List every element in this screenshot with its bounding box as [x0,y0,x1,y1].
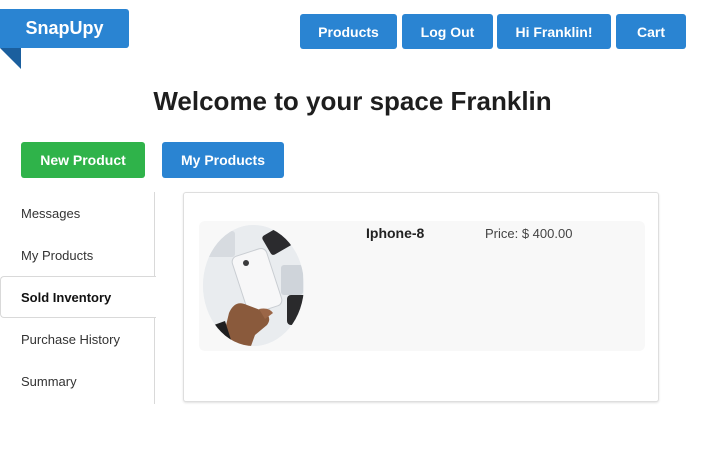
page: SnapUpy Products Log Out Hi Franklin! Ca… [0,0,705,453]
product-photo-illustration [203,225,304,346]
product-card[interactable]: Iphone-8 Price: $ 400.00 [199,221,645,351]
sidebar-item-purchase-history[interactable]: Purchase History [0,318,155,360]
nav-cart-button[interactable]: Cart [616,14,686,49]
brand-logo[interactable]: SnapUpy [0,9,129,48]
sidebar-item-my-products[interactable]: My Products [0,234,155,276]
nav-logout-button[interactable]: Log Out [402,14,493,49]
content-panel: Iphone-8 Price: $ 400.00 [183,192,659,402]
nav-products-button[interactable]: Products [300,14,397,49]
sidebar-item-summary[interactable]: Summary [0,360,155,402]
product-image [203,225,304,346]
sidebar-item-sold-inventory[interactable]: Sold Inventory [0,276,156,318]
my-products-button[interactable]: My Products [162,142,284,178]
sidebar-item-messages[interactable]: Messages [0,192,155,234]
product-price: Price: $ 400.00 [485,226,573,241]
new-product-button[interactable]: New Product [21,142,145,178]
page-title: Welcome to your space Franklin [153,86,552,116]
sidebar: Messages My Products Sold Inventory Purc… [0,192,156,404]
brand-ribbon-fold [0,48,21,69]
nav-user-greeting-button[interactable]: Hi Franklin! [497,14,611,49]
product-name: Iphone-8 [366,225,425,241]
